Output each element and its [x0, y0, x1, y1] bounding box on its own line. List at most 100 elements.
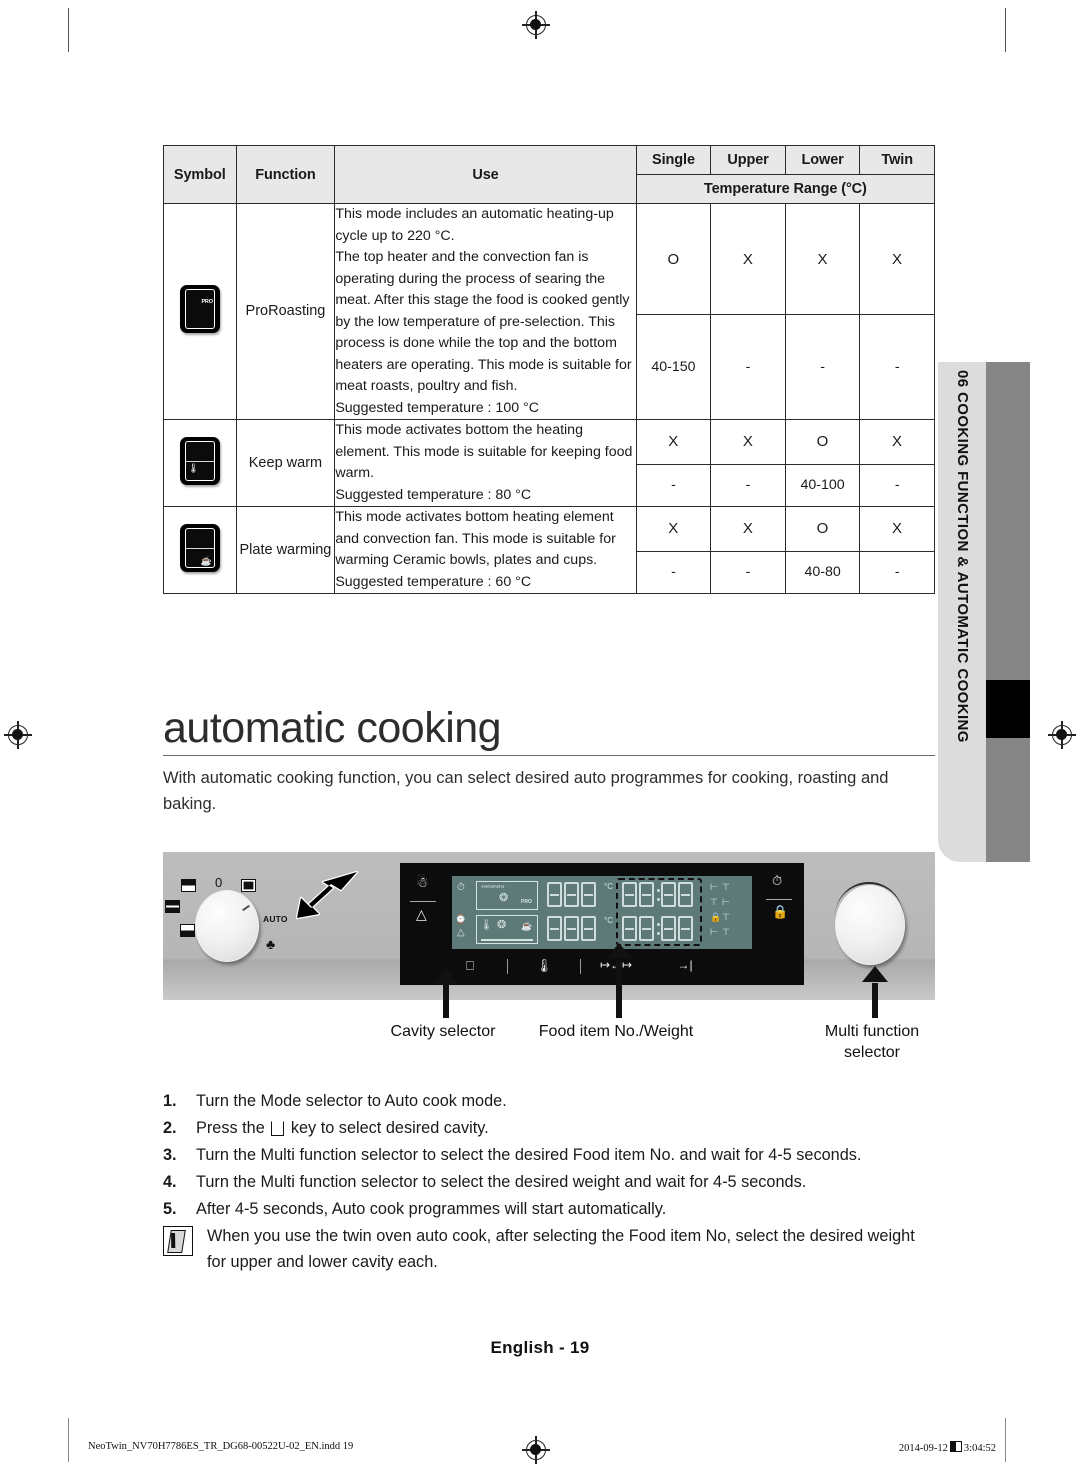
- use-description: This mode activates bottom the heating e…: [334, 419, 637, 507]
- mode-icon-lower: [180, 924, 195, 937]
- lower-temperature-readout: [547, 916, 598, 946]
- child-lock-icon[interactable]: 🔒: [772, 905, 788, 918]
- page-title: automatic cooking: [163, 704, 502, 752]
- range-lower: 40-80: [784, 550, 861, 595]
- lcd-display: ⏱ ⌚ △ ∾∾∾∾ ❂ PRO 🌡 ❂ ☕ °C °C ⊢ ⊤ 🔒 ⊢ ⊤ ⊢…: [452, 876, 752, 949]
- availability-lower: O: [784, 419, 861, 465]
- range-upper: -: [710, 314, 786, 420]
- header-symbol: Symbol: [163, 145, 237, 204]
- page-number: English - 19: [490, 1338, 590, 1357]
- note-box: When you use the twin oven auto cook, af…: [163, 1223, 938, 1275]
- list-item: 2. Press the key to select desired cavit…: [163, 1115, 943, 1142]
- header-use: Use: [334, 145, 637, 204]
- oven-lamp-icon[interactable]: ☃: [416, 875, 429, 889]
- availability-upper: X: [710, 202, 786, 316]
- range-twin: -: [859, 463, 935, 508]
- callout-arrow-cavity: [433, 968, 459, 984]
- mode-icon-upper: [181, 879, 196, 892]
- step-text: After 4-5 seconds, Auto cook programmes …: [196, 1200, 667, 1218]
- heater-icon: 🌡: [480, 920, 493, 931]
- function-name: Plate warming: [235, 506, 336, 594]
- range-single: -: [635, 550, 712, 595]
- callout-label-cavity-selector: Cavity selector: [390, 1023, 496, 1040]
- list-item: 5. After 4-5 seconds, Auto cook programm…: [163, 1196, 943, 1223]
- function-name: Keep warm: [235, 419, 336, 507]
- fan-icon: ❂: [499, 892, 509, 904]
- step-number: 5.: [163, 1200, 177, 1218]
- callout-label-food-item-weight: Food item No./Weight: [538, 1023, 694, 1040]
- instruction-steps: 1. Turn the Mode selector to Auto cook m…: [163, 1088, 943, 1223]
- oven-proroasting-icon: PRO: [179, 285, 220, 333]
- header-single: Single: [635, 145, 712, 175]
- note-pencil-icon: [163, 1226, 193, 1256]
- step-text: Turn the Multi function selector to sele…: [196, 1173, 807, 1191]
- table-header-row-1: Symbol Function Use Single Upper Lower T…: [163, 145, 935, 204]
- crop-mark-top-right: [1005, 8, 1006, 52]
- note-text: When you use the twin oven auto cook, af…: [207, 1227, 915, 1271]
- callout-line-multifunction: [872, 983, 878, 1018]
- lower-cavity-mode-box: 🌡 ❂ ☕: [476, 915, 538, 944]
- cjk-glyph-box: [949, 1441, 962, 1452]
- availability-upper: X: [710, 506, 786, 552]
- manual-page: 06 COOKING FUNCTION & AUTOMATIC COOKING …: [0, 0, 1080, 1472]
- footer-time: 3:04:52: [963, 1443, 996, 1454]
- touch-divider-1: [507, 959, 509, 974]
- touch-panel: ☃ △ ⏱ ⌚ △ ∾∾∾∾ ❂ PRO 🌡 ❂ ☕ °C °C ⊢ ⊤ 🔒 ⊢…: [400, 863, 804, 985]
- shelf-level-icons: ⊢ ⊤ 🔒 ⊢: [710, 882, 722, 937]
- use-description: This mode activates bottom heating eleme…: [334, 506, 637, 594]
- header-temperature-range: Temperature Range (°C): [635, 174, 936, 204]
- range-upper: -: [710, 463, 786, 508]
- knob-zero-label: 0: [215, 875, 223, 890]
- step-number: 1.: [163, 1092, 177, 1110]
- availability-upper: X: [710, 419, 786, 465]
- callout-line-fooditem: [616, 960, 622, 1018]
- title-underline: [163, 755, 935, 757]
- step-text: Turn the Mode selector to Auto cook mode…: [196, 1092, 507, 1110]
- shelf-level-icons-2: ⊤ ⊢ ⊤ ⊤: [722, 882, 730, 937]
- availability-lower: O: [784, 506, 861, 552]
- range-twin: -: [859, 314, 935, 420]
- temperature-button[interactable]: 🌡: [534, 958, 554, 974]
- list-item: 1. Turn the Mode selector to Auto cook m…: [163, 1088, 943, 1115]
- range-twin: -: [859, 550, 935, 595]
- availability-single: O: [635, 202, 712, 316]
- step-number: 2.: [163, 1119, 177, 1137]
- upper-unit-label: °C: [604, 882, 613, 891]
- alarm-bell-icon[interactable]: △: [416, 907, 427, 921]
- availability-lower: X: [784, 202, 861, 316]
- step-number: 4.: [163, 1173, 177, 1191]
- upper-cavity-mode-box: ∾∾∾∾ ❂ PRO: [476, 881, 538, 910]
- bell-icon: △: [457, 927, 465, 938]
- footer-timestamp: 2014-09-12 3:04:52: [899, 1441, 996, 1454]
- registration-mark-bottom: [522, 1436, 550, 1464]
- panel-divider-right: [766, 899, 792, 901]
- knob-arc-indicator: [835, 882, 903, 918]
- mode-icon-single: [241, 879, 256, 892]
- clock-icon: ⏱: [457, 882, 465, 893]
- table-row: ☕ Plate warming This mode activates bott…: [163, 506, 935, 594]
- cavity-selector-button[interactable]: ⎕: [460, 958, 480, 974]
- end-time-button[interactable]: →|: [674, 958, 696, 972]
- cooking-function-table: Symbol Function Use Single Upper Lower T…: [163, 145, 936, 595]
- list-item: 3. Turn the Multi function selector to s…: [163, 1142, 943, 1169]
- range-single: -: [635, 463, 712, 508]
- cooking-duration-button[interactable]: ↦←↦: [600, 958, 632, 972]
- timer-clock-icon[interactable]: ⏱: [772, 874, 782, 887]
- crop-mark-top-left: [68, 8, 69, 52]
- oven-keepwarm-icon: 🌡: [179, 436, 220, 485]
- list-item: 4. Turn the Multi function selector to s…: [163, 1169, 943, 1196]
- upper-temperature-readout: [547, 882, 598, 912]
- steam-clean-icon: ♣: [266, 936, 276, 952]
- availability-twin: X: [859, 202, 935, 316]
- oven-platewarming-icon: ☕: [179, 523, 220, 572]
- step-text-tail: key to select desired cavity.: [286, 1119, 489, 1137]
- lower-unit-label: °C: [604, 916, 613, 925]
- registration-mark-right: [1048, 721, 1076, 749]
- food-item-weight-highlight: [616, 878, 702, 946]
- mode-selector-knob[interactable]: [195, 890, 259, 962]
- callout-line-cavity: [443, 985, 449, 1018]
- footer-crop-right: [1005, 1418, 1006, 1462]
- range-upper: -: [710, 550, 786, 595]
- registration-mark-top: [522, 11, 550, 39]
- step-number: 3.: [163, 1146, 177, 1164]
